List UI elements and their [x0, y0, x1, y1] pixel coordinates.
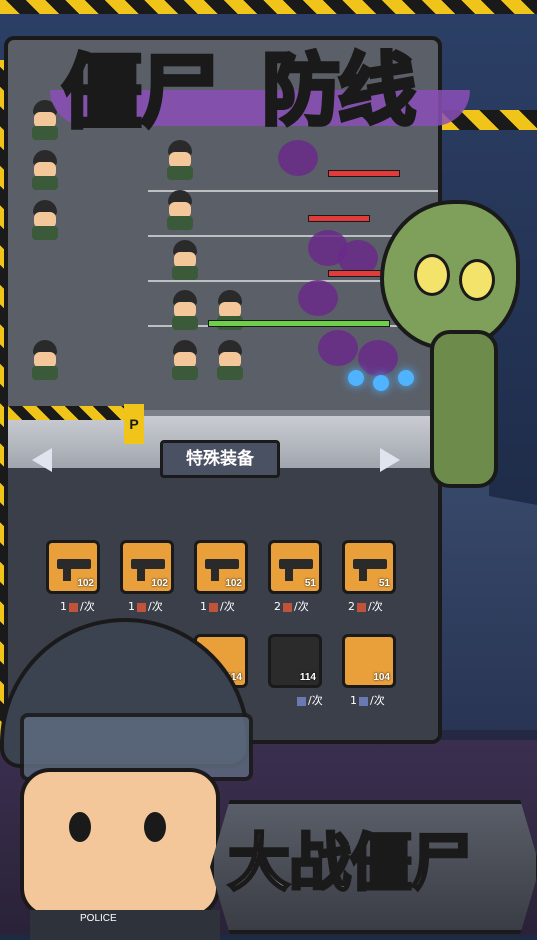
swat-mascot: POLICE — [0, 618, 253, 940]
item-cost: 1/次 — [60, 600, 95, 613]
hazard-stripe-top — [0, 0, 537, 14]
shotgun-icon — [205, 559, 239, 581]
soldier-unit[interactable] — [213, 340, 247, 380]
ally-health-bar — [208, 320, 390, 327]
material-icon — [357, 602, 366, 612]
equipment-item-assault-rifle[interactable]: 51 — [268, 540, 322, 594]
banner-text: 大战僵尸 — [226, 825, 474, 901]
rifle-icon — [353, 559, 387, 581]
soldier-unit[interactable] — [168, 240, 202, 280]
soldier-unit[interactable] — [163, 140, 197, 180]
material-icon — [69, 602, 78, 612]
material-icon — [283, 602, 292, 612]
smg-icon — [131, 559, 165, 581]
zombie-arm — [430, 330, 498, 488]
item-cost: 1/次 — [128, 600, 163, 613]
mascot-eye — [69, 812, 91, 842]
zombie-head — [380, 200, 520, 350]
item-cost: 1/次 — [200, 600, 235, 613]
material-icon — [209, 602, 218, 612]
ice-effect — [348, 370, 364, 386]
mascot-face — [20, 768, 220, 918]
zombie-enemy[interactable] — [318, 330, 358, 366]
item-count: 104 — [373, 672, 390, 683]
title-right: 防线 — [260, 44, 418, 138]
pistol-icon — [57, 559, 91, 581]
item-count: 102 — [151, 578, 168, 589]
equipment-item-shield[interactable]: 114 — [268, 634, 322, 688]
item-count: 102 — [225, 578, 242, 589]
soldier-unit[interactable] — [28, 150, 62, 190]
ice-effect — [373, 375, 389, 391]
police-label: POLICE — [80, 913, 117, 924]
item-cost: /次 — [295, 692, 323, 708]
soldier-unit[interactable] — [28, 340, 62, 380]
prev-page-arrow-icon[interactable] — [32, 448, 52, 472]
material-icon — [359, 696, 368, 706]
ice-effect — [398, 370, 414, 386]
vest — [30, 910, 220, 940]
mascot-eye — [144, 812, 166, 842]
soldier-unit[interactable] — [28, 200, 62, 240]
item-cost: 2/次 — [348, 600, 383, 613]
hazard-strip-ground — [8, 406, 128, 420]
item-count: 51 — [378, 578, 390, 589]
material-icon — [137, 602, 146, 612]
parking-sign: P — [124, 404, 144, 444]
equipment-item-shotgun[interactable]: 102 — [194, 540, 248, 594]
panel-title: 特殊装备 — [160, 440, 280, 478]
zombie-enemy[interactable] — [298, 280, 338, 316]
equipment-item-rifle[interactable]: 51 — [342, 540, 396, 594]
equipment-item-helmet[interactable]: 104 — [342, 634, 396, 688]
zombie-eye — [459, 259, 495, 301]
item-cost: 1/次 — [350, 694, 385, 707]
equipment-item-pistol[interactable]: 102 — [46, 540, 100, 594]
soldier-unit[interactable] — [163, 190, 197, 230]
enemy-health-bar — [328, 170, 400, 177]
soldier-unit[interactable] — [168, 340, 202, 380]
equipment-item-smg[interactable]: 102 — [120, 540, 174, 594]
title-left: 僵尸 — [60, 44, 222, 141]
item-count: 51 — [304, 578, 316, 589]
assault-rifle-icon — [279, 559, 313, 581]
enemy-health-bar — [308, 215, 370, 222]
item-cost: 2/次 — [274, 600, 309, 613]
next-page-arrow-icon[interactable] — [380, 448, 400, 472]
soldier-unit[interactable] — [168, 290, 202, 330]
material-icon — [297, 696, 306, 706]
zombie-eye — [414, 254, 450, 296]
item-count: 102 — [77, 578, 94, 589]
zombie-enemy[interactable] — [278, 140, 318, 176]
item-count: 114 — [299, 672, 316, 683]
